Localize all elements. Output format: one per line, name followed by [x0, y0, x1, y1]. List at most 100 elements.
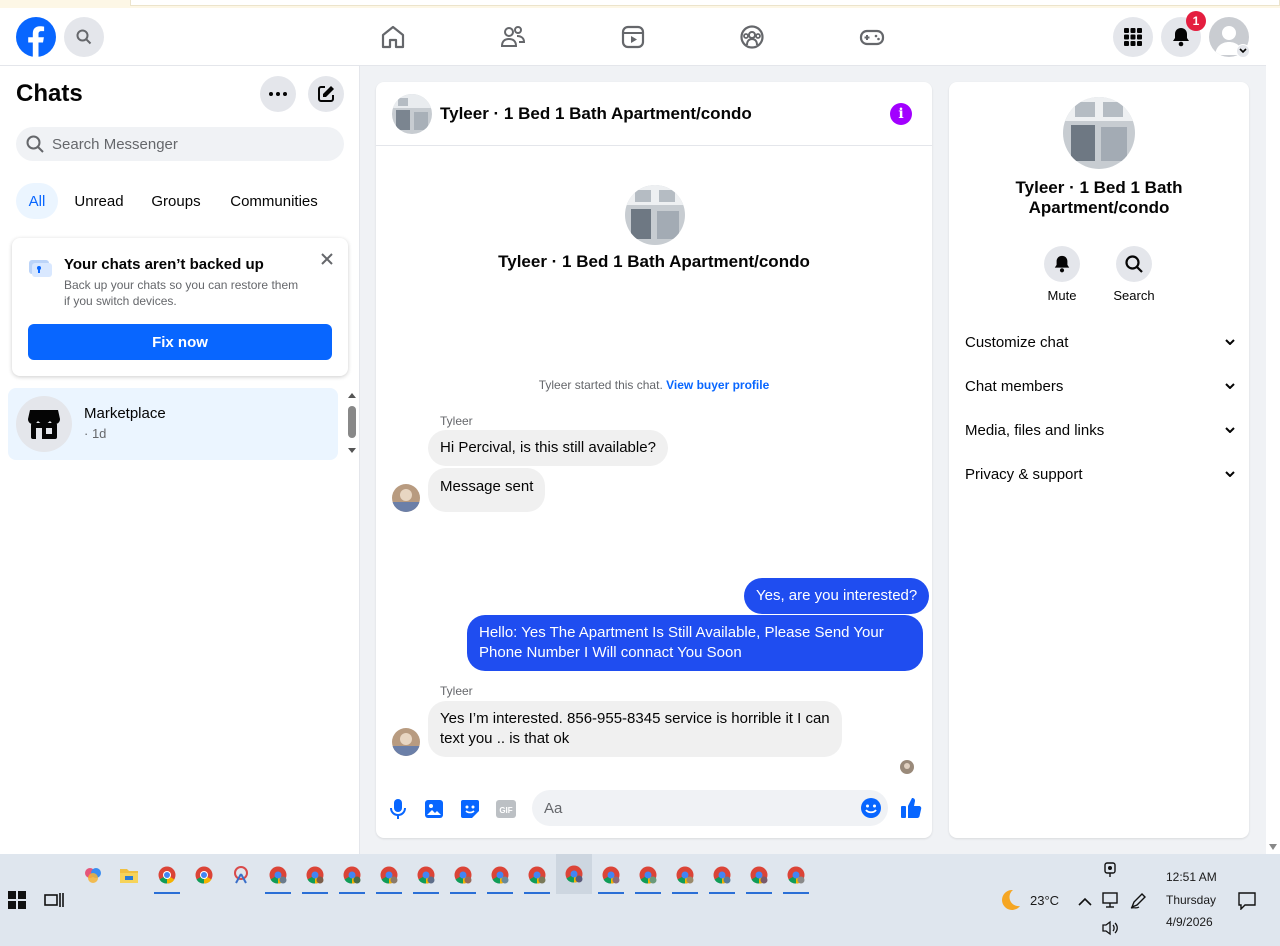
photo-icon[interactable]: [423, 798, 445, 820]
chrome-profile-icon[interactable]: [670, 860, 700, 894]
backup-warning-card: Your chats aren’t backed up Back up your…: [12, 238, 348, 376]
backup-description: Back up your chats so you can restore th…: [64, 278, 299, 308]
chevron-down-icon: [1225, 471, 1235, 477]
file-explorer-icon[interactable]: [114, 860, 144, 890]
search-icon[interactable]: [64, 17, 104, 57]
search-label: Search: [1113, 288, 1155, 303]
gif-icon[interactable]: GIF: [495, 798, 517, 820]
facebook-logo[interactable]: [16, 17, 56, 57]
chrome-profile-icon[interactable]: [448, 860, 478, 894]
chat-backup-icon: [28, 258, 52, 278]
clock-date[interactable]: 4/9/2026: [1166, 915, 1213, 929]
page-scrollbar[interactable]: [1266, 8, 1280, 854]
section-privacy-support[interactable]: Privacy & support: [965, 462, 1235, 486]
chrome-icon[interactable]: [152, 860, 182, 894]
thumbs-up-icon[interactable]: [899, 796, 923, 820]
section-label: Privacy & support: [965, 465, 1083, 483]
section-media-files-links[interactable]: Media, files and links: [965, 418, 1235, 442]
view-buyer-profile-link[interactable]: View buyer profile: [666, 378, 769, 392]
groups-icon[interactable]: [738, 23, 766, 51]
chevron-up-icon[interactable]: [1078, 894, 1092, 906]
friends-icon[interactable]: [499, 23, 527, 51]
filter-groups[interactable]: Groups: [142, 183, 210, 219]
info-icon[interactable]: i: [890, 103, 912, 125]
emoji-icon[interactable]: [860, 797, 882, 819]
filter-all[interactable]: All: [16, 183, 58, 219]
home-icon[interactable]: [379, 23, 407, 51]
section-customize-chat[interactable]: Customize chat: [965, 330, 1235, 354]
section-chat-members[interactable]: Chat members: [965, 374, 1235, 398]
details-title: Tyleer · 1 Bed 1 Bath Apartment/condo: [1015, 178, 1183, 217]
listing-thumbnail[interactable]: [392, 94, 432, 134]
video-icon[interactable]: [619, 23, 647, 51]
chrome-profile-icon[interactable]: [781, 860, 811, 894]
chrome-profile-icon-active[interactable]: [556, 854, 592, 894]
browser-top-strip: [0, 0, 1280, 8]
more-options-icon[interactable]: [260, 76, 296, 112]
chat-list-item-marketplace[interactable]: Marketplace · 1d: [8, 388, 338, 460]
chevron-down-icon: [1225, 427, 1235, 433]
search-input[interactable]: [52, 135, 312, 153]
message-input[interactable]: [544, 799, 844, 817]
message-sender: Tyleer: [440, 414, 473, 428]
volume-icon[interactable]: [1101, 920, 1119, 936]
conversation-title[interactable]: Tyleer · 1 Bed 1 Bath Apartment/condo: [440, 104, 752, 124]
meet-now-icon[interactable]: [1102, 862, 1118, 878]
message-bubble-sent[interactable]: Hello: Yes The Apartment Is Still Availa…: [467, 615, 923, 671]
chrome-profile-icon[interactable]: [596, 860, 626, 894]
gaming-icon[interactable]: [858, 23, 886, 51]
section-label: Chat members: [965, 377, 1064, 395]
chrome-profile-icon[interactable]: [411, 860, 441, 894]
task-view-icon[interactable]: [44, 891, 64, 911]
pen-icon[interactable]: [1129, 892, 1147, 910]
weather-temperature[interactable]: 23°C: [1030, 893, 1059, 908]
sender-avatar: [392, 484, 420, 512]
filter-unread[interactable]: Unread: [66, 183, 132, 219]
search-icon: [1116, 246, 1152, 282]
filter-communities[interactable]: Communities: [220, 183, 328, 219]
chevron-down-icon: [1225, 383, 1235, 389]
close-icon[interactable]: [318, 250, 336, 268]
chrome-profile-icon[interactable]: [707, 860, 737, 894]
fix-now-button[interactable]: Fix now: [28, 324, 332, 360]
sticker-icon[interactable]: [459, 798, 481, 820]
message-bubble-sent[interactable]: Yes, are you interested?: [744, 578, 930, 614]
notification-center-icon[interactable]: [1238, 892, 1256, 911]
message-bubble[interactable]: Hi Percival, is this still available?: [428, 430, 668, 466]
chevron-down-icon[interactable]: [1236, 44, 1250, 58]
windows-start-icon[interactable]: [8, 891, 28, 911]
clock-time[interactable]: 12:51 AM: [1166, 870, 1217, 884]
snipping-tool-icon[interactable]: [226, 860, 256, 890]
chrome-profile-icon[interactable]: [374, 860, 404, 894]
network-icon[interactable]: [1101, 892, 1119, 908]
copilot-icon[interactable]: [78, 860, 108, 890]
chrome-profile-icon[interactable]: [263, 860, 293, 894]
chrome-profile-icon[interactable]: [633, 860, 663, 894]
chrome-profile-icon[interactable]: [485, 860, 515, 894]
chrome-profile-icon[interactable]: [337, 860, 367, 894]
chevron-down-icon: [1225, 339, 1235, 345]
menu-grid-icon[interactable]: [1113, 17, 1153, 57]
svg-text:GIF: GIF: [499, 806, 512, 815]
chats-title: Chats: [16, 80, 83, 107]
message-composer: GIF: [376, 782, 932, 838]
mute-action[interactable]: Mute: [1032, 246, 1092, 303]
windows-taskbar: 23°C 12:51 AM Thursday 4/9/2026: [0, 854, 1280, 946]
chrome-profile-icon[interactable]: [744, 860, 774, 894]
conversation-panel: Tyleer · 1 Bed 1 Bath Apartment/condo i …: [376, 82, 932, 838]
microphone-icon[interactable]: [387, 798, 409, 820]
clock-day[interactable]: Thursday: [1166, 893, 1216, 907]
chrome-profile-icon[interactable]: [522, 860, 552, 894]
chrome-icon[interactable]: [189, 860, 219, 890]
new-message-icon[interactable]: [308, 76, 344, 112]
message-bubble[interactable]: Message sent: [428, 468, 546, 512]
chrome-profile-icon[interactable]: [300, 860, 330, 894]
search-action[interactable]: Search: [1104, 246, 1164, 303]
moon-weather-icon[interactable]: [998, 888, 1022, 912]
message-bubble[interactable]: Yes I’m interested. 856-955-8345 service…: [428, 701, 842, 757]
chat-list-scrollbar[interactable]: [346, 392, 358, 456]
message-input-box[interactable]: [532, 790, 888, 826]
mute-label: Mute: [1047, 288, 1077, 303]
backup-title: Your chats aren’t backed up: [64, 256, 264, 273]
search-messenger[interactable]: [16, 127, 344, 161]
